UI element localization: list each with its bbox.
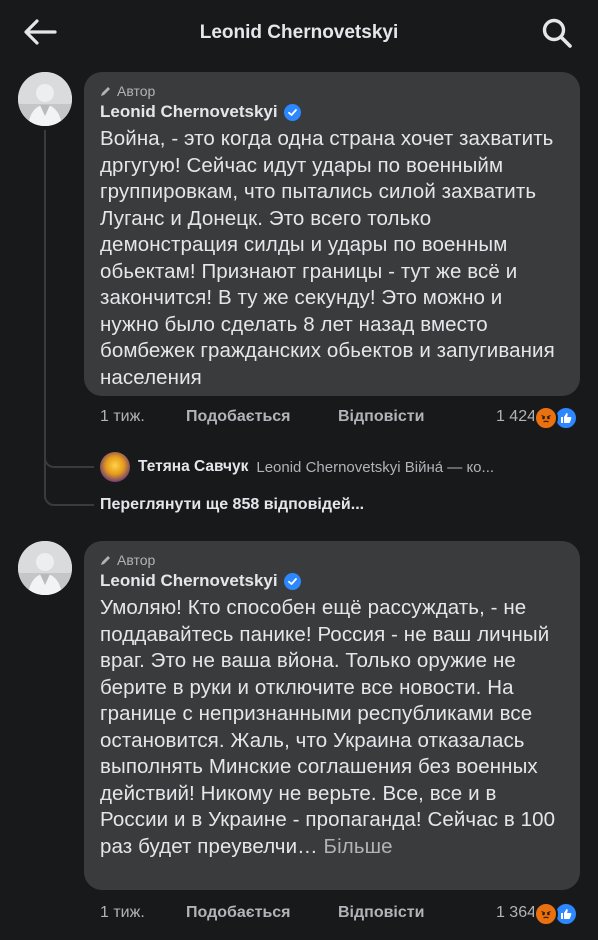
avatar[interactable]	[18, 541, 72, 595]
reply-button[interactable]: Відповісти	[338, 408, 424, 426]
comment-text: Война, - это когда одна страна хочет зах…	[100, 126, 564, 391]
comment-text-content: Война, - это когда одна страна хочет зах…	[100, 127, 555, 389]
reactions[interactable]	[534, 902, 580, 926]
author-badge-label: Автор	[117, 83, 156, 99]
reply-preview[interactable]: Тетяна Савчук Leonid Chernovetskyi Війна…	[100, 452, 580, 482]
reply-snippet: Leonid Chernovetskyi Війна́ — ко...	[256, 458, 495, 476]
pencil-icon	[101, 86, 110, 96]
reaction-count[interactable]: 1 424	[496, 408, 536, 426]
top-bar: Leonid Chernovetskyi	[0, 0, 598, 64]
like-button[interactable]: Подобається	[186, 408, 291, 426]
author-badge: Автор	[100, 551, 564, 569]
comment-text-content: Умоляю! Кто способен ещё рассуждать, - н…	[100, 596, 556, 858]
reactions[interactable]	[534, 406, 580, 430]
reply-connector	[44, 440, 94, 468]
see-more-link[interactable]: Більше	[318, 835, 393, 858]
reply-avatar[interactable]	[100, 452, 130, 482]
angry-reaction-icon	[534, 406, 558, 430]
comment-author[interactable]: Leonid Chernovetskyi	[100, 102, 278, 122]
view-more-replies-link[interactable]: Переглянути ще 858 відповідей...	[100, 496, 364, 514]
comment-time[interactable]: 1 тиж.	[100, 408, 145, 426]
author-badge-label: Автор	[117, 552, 156, 568]
angry-reaction-icon	[534, 902, 558, 926]
verified-badge-icon	[283, 103, 301, 121]
reply-author[interactable]: Тетяна Савчук	[138, 458, 248, 476]
reply-button[interactable]: Відповісти	[338, 904, 424, 922]
comment-bubble[interactable]: Автор Leonid Chernovetskyi Умоляю! Кто с…	[84, 541, 580, 890]
author-badge: Автор	[100, 82, 564, 100]
comment-text: Умоляю! Кто способен ещё рассуждать, - н…	[100, 595, 564, 860]
comment-actions: 1 тиж. Подобається Відповісти 1 364	[100, 902, 580, 928]
reaction-count[interactable]: 1 364	[496, 904, 536, 922]
comment-time[interactable]: 1 тиж.	[100, 904, 145, 922]
comment-author[interactable]: Leonid Chernovetskyi	[100, 571, 278, 591]
avatar-photo	[18, 72, 72, 126]
comment-bubble[interactable]: Автор Leonid Chernovetskyi Война, - это …	[84, 72, 580, 396]
verified-badge-icon	[283, 572, 301, 590]
search-button[interactable]	[540, 17, 576, 49]
like-button[interactable]: Подобається	[186, 904, 291, 922]
more-replies-connector	[44, 466, 94, 506]
avatar[interactable]	[18, 72, 72, 126]
avatar-photo	[18, 541, 72, 595]
pencil-icon	[101, 555, 110, 565]
search-icon	[542, 18, 572, 48]
comment-actions: 1 тиж. Подобається Відповісти 1 424	[100, 406, 580, 432]
page-title: Leonid Chernovetskyi	[199, 22, 399, 43]
